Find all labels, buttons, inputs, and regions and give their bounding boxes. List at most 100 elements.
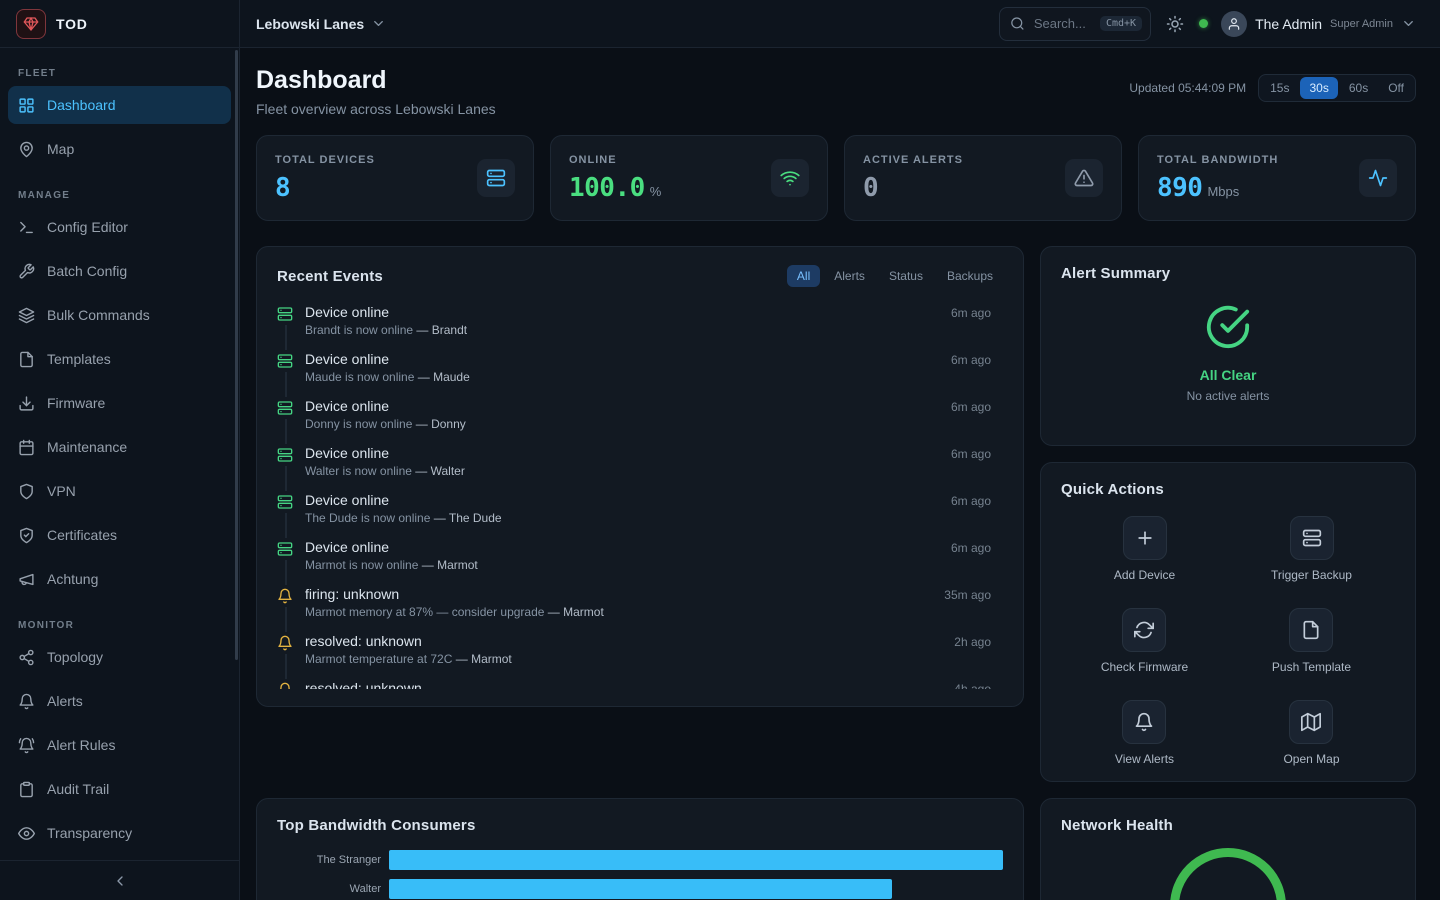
- event-detail: Marmot is now online — Marmot: [305, 558, 991, 572]
- sidebar-item-bulk-commands[interactable]: Bulk Commands: [8, 296, 231, 334]
- quick-action-check-firmware[interactable]: Check Firmware: [1101, 608, 1188, 674]
- sidebar-item-label: VPN: [47, 483, 76, 499]
- sidebar-item-label: Transparency: [47, 825, 132, 841]
- sidebar-item-achtung[interactable]: Achtung: [8, 560, 231, 598]
- grid-icon: [18, 97, 35, 114]
- sidebar-item-vpn[interactable]: VPN: [8, 472, 231, 510]
- event-title: Device online: [305, 539, 389, 555]
- events-list[interactable]: Device online 6m ago Brandt is now onlin…: [277, 297, 1003, 689]
- interval-button-off[interactable]: Off: [1379, 77, 1413, 99]
- chevron-down-icon: [1401, 16, 1416, 31]
- sidebar-item-map[interactable]: Map: [8, 130, 231, 168]
- interval-button-15s[interactable]: 15s: [1261, 77, 1298, 99]
- terminal-icon: [18, 219, 35, 236]
- event-row: firing: unknown 35m ago Marmot memory at…: [277, 579, 991, 626]
- sidebar-item-topology[interactable]: Topology: [8, 638, 231, 676]
- sidebar-item-label: Topology: [47, 649, 103, 665]
- sidebar-item-label: Config Editor: [47, 219, 128, 235]
- quick-action-label: Check Firmware: [1101, 660, 1188, 674]
- sidebar-item-label: Alert Rules: [47, 737, 115, 753]
- event-device: — Walter: [415, 464, 465, 478]
- sidebar-collapse-button[interactable]: [0, 860, 239, 900]
- sidebar-item-alert-rules[interactable]: Alert Rules: [8, 726, 231, 764]
- server-icon: [277, 494, 293, 510]
- share-icon: [18, 649, 35, 666]
- stat-unit: %: [650, 184, 662, 199]
- file-icon: [18, 351, 35, 368]
- sidebar-item-dashboard[interactable]: Dashboard: [8, 86, 231, 124]
- sidebar-scrollbar[interactable]: [235, 50, 238, 660]
- stat-card-total-devices: TOTAL DEVICES 8: [256, 135, 534, 221]
- quick-action-label: View Alerts: [1115, 752, 1174, 766]
- alert-summary-detail: No active alerts: [1061, 389, 1395, 403]
- user-menu[interactable]: The Admin Super Admin: [1221, 11, 1416, 37]
- quick-actions-title: Quick Actions: [1061, 481, 1395, 498]
- connection-status-dot: [1199, 19, 1208, 28]
- map-icon: [1289, 700, 1333, 744]
- sidebar-item-label: Firmware: [47, 395, 105, 411]
- quick-action-trigger-backup[interactable]: Trigger Backup: [1271, 516, 1352, 582]
- sidebar-item-transparency[interactable]: Transparency: [8, 814, 231, 852]
- quick-action-label: Open Map: [1283, 752, 1339, 766]
- file-icon: [1289, 608, 1333, 652]
- sidebar-item-audit-trail[interactable]: Audit Trail: [8, 770, 231, 808]
- bar-label: Walter: [277, 883, 389, 895]
- refresh-icon: [1122, 608, 1166, 652]
- app-root: TOD FLEET Dashboard Map: [0, 0, 1440, 900]
- org-switcher[interactable]: Lebowski Lanes: [256, 16, 386, 32]
- events-tab-status[interactable]: Status: [879, 265, 933, 287]
- stat-value: 890: [1157, 173, 1202, 203]
- events-tab-backups[interactable]: Backups: [937, 265, 1003, 287]
- event-time: 6m ago: [951, 306, 991, 320]
- quick-action-label: Push Template: [1272, 660, 1351, 674]
- search-input[interactable]: [1032, 15, 1093, 32]
- events-tab-all[interactable]: All: [787, 265, 820, 287]
- brand: TOD: [0, 0, 239, 48]
- bandwidth-chart: The Stranger Walter: [277, 850, 1003, 899]
- event-detail: Marmot temperature at 72C — Marmot: [305, 652, 991, 666]
- server-icon: [277, 447, 293, 463]
- server-icon: [277, 306, 293, 322]
- plus-icon: [1123, 516, 1167, 560]
- events-tab-alerts[interactable]: Alerts: [824, 265, 875, 287]
- bar-track: [389, 879, 1003, 899]
- server-icon: [277, 541, 293, 557]
- bar-row-the-stranger: The Stranger: [277, 850, 1003, 870]
- bandwidth-title: Top Bandwidth Consumers: [277, 817, 1003, 834]
- chevron-left-icon: [112, 873, 128, 889]
- quick-action-push-template[interactable]: Push Template: [1272, 608, 1351, 674]
- search-box[interactable]: Cmd+K: [999, 7, 1151, 41]
- quick-action-label: Add Device: [1114, 568, 1175, 582]
- network-health-title: Network Health: [1061, 817, 1395, 834]
- interval-button-30s[interactable]: 30s: [1300, 77, 1337, 99]
- recent-events-panel: Recent Events All Alerts Status Backups: [256, 246, 1024, 707]
- sidebar-item-firmware[interactable]: Firmware: [8, 384, 231, 422]
- app-logo: [16, 9, 46, 39]
- stat-unit: Mbps: [1207, 184, 1239, 199]
- bell-icon: [1122, 700, 1166, 744]
- interval-button-60s[interactable]: 60s: [1340, 77, 1377, 99]
- sidebar-section-label: MONITOR: [8, 604, 231, 638]
- quick-action-open-map[interactable]: Open Map: [1283, 700, 1339, 766]
- server-icon: [477, 159, 515, 197]
- sun-icon: [1166, 15, 1184, 33]
- check-circle-icon: [1205, 304, 1251, 350]
- avatar: [1221, 11, 1247, 37]
- sidebar-item-maintenance[interactable]: Maintenance: [8, 428, 231, 466]
- sidebar-item-alerts[interactable]: Alerts: [8, 682, 231, 720]
- quick-action-view-alerts[interactable]: View Alerts: [1115, 700, 1174, 766]
- user-icon: [1227, 17, 1241, 31]
- event-device: — Marmot: [422, 558, 478, 572]
- stat-card-online: ONLINE 100.0 %: [550, 135, 828, 221]
- sidebar-item-templates[interactable]: Templates: [8, 340, 231, 378]
- sidebar-item-batch-config[interactable]: Batch Config: [8, 252, 231, 290]
- main-area: Lebowski Lanes Cmd+K The Admin Super Adm…: [240, 0, 1440, 900]
- theme-toggle-button[interactable]: [1164, 13, 1186, 35]
- sidebar-item-certificates[interactable]: Certificates: [8, 516, 231, 554]
- bandwidth-panel: Top Bandwidth Consumers The Stranger: [256, 798, 1024, 900]
- app-name: TOD: [56, 16, 88, 32]
- quick-action-add-device[interactable]: Add Device: [1114, 516, 1175, 582]
- sidebar-item-label: Map: [47, 141, 74, 157]
- clipboard-icon: [18, 781, 35, 798]
- sidebar-item-config-editor[interactable]: Config Editor: [8, 208, 231, 246]
